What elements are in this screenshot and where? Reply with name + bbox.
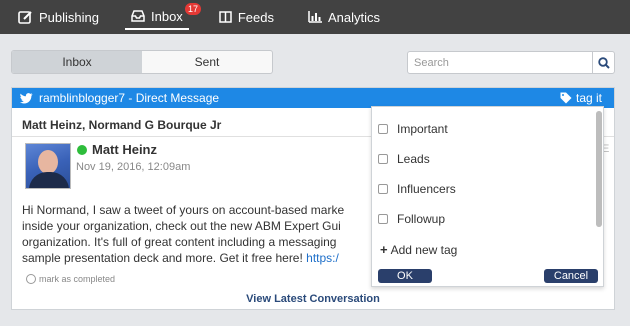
nav-inbox-label: Inbox <box>151 8 183 24</box>
nav-analytics[interactable]: Analytics <box>308 0 380 34</box>
message-card-header: ramblinblogger7 - Direct Message tag it <box>12 88 614 108</box>
avatar-body <box>29 172 69 188</box>
tag-option-important[interactable]: Important <box>378 122 448 136</box>
bar-chart-icon <box>308 11 322 23</box>
nav-feeds-label: Feeds <box>237 9 274 25</box>
message-line-text: sample presentation deck and more. Get i… <box>22 251 307 265</box>
tag-it-button[interactable]: tag it <box>560 91 602 105</box>
tag-option-leads[interactable]: Leads <box>378 152 430 166</box>
avatar-head <box>38 150 58 174</box>
message-line: sample presentation deck and more. Get i… <box>22 250 362 266</box>
tag-it-label: tag it <box>575 91 602 105</box>
sender-name[interactable]: Matt Heinz <box>92 142 157 157</box>
tag-option-label: Leads <box>397 152 430 166</box>
avatar[interactable] <box>25 143 71 189</box>
scrollbar-thumb[interactable] <box>596 111 602 227</box>
top-navigation: Publishing Inbox 17 Feeds Analytics <box>0 0 630 34</box>
nav-analytics-label: Analytics <box>327 9 380 25</box>
message-link[interactable]: https:/ <box>306 251 339 265</box>
ok-button[interactable]: OK <box>378 269 432 283</box>
nav-inbox[interactable]: Inbox 17 <box>125 3 202 30</box>
tag-option-label: Followup <box>397 212 446 226</box>
inbox-count-badge: 17 <box>185 3 202 15</box>
conversation-participants: Matt Heinz, Normand G Bourque Jr <box>22 118 222 132</box>
checkbox[interactable] <box>378 154 388 164</box>
inbox-sent-toggle: Inbox Sent <box>11 50 273 74</box>
search-button[interactable] <box>592 52 614 73</box>
tag-list-scrollbar[interactable] <box>596 111 602 227</box>
mark-completed-label: mark as completed <box>39 274 116 284</box>
view-latest-conversation-link[interactable]: View Latest Conversation <box>12 293 614 305</box>
tab-sent[interactable]: Sent <box>142 51 272 73</box>
message-line: organization. It's full of great content… <box>22 235 337 249</box>
add-new-tag-button[interactable]: + Add new tag <box>380 242 457 257</box>
tag-option-label: Important <box>397 122 448 136</box>
tag-option-influencers[interactable]: Influencers <box>378 182 456 196</box>
search-box <box>407 51 615 74</box>
search-icon <box>597 56 610 69</box>
edit-icon <box>18 11 32 24</box>
inbox-icon <box>131 10 145 22</box>
checkbox[interactable] <box>378 214 388 224</box>
nav-publishing[interactable]: Publishing <box>18 0 99 34</box>
columns-icon <box>219 11 232 23</box>
message-body: Hi Normand, I saw a tweet of yours on ac… <box>22 202 362 266</box>
message-timestamp: Nov 19, 2016, 12:09am <box>76 161 191 173</box>
twitter-icon <box>20 92 33 103</box>
nav-publishing-label: Publishing <box>39 9 99 25</box>
message-line: inside your organization, check out the … <box>22 219 341 233</box>
message-card-title: ramblinblogger7 - Direct Message <box>39 91 220 105</box>
checkbox[interactable] <box>378 124 388 134</box>
plus-icon: + <box>380 242 388 257</box>
nav-feeds[interactable]: Feeds <box>219 0 274 34</box>
add-new-tag-label: Add new tag <box>390 242 458 257</box>
tag-icon <box>560 92 572 104</box>
mark-completed-toggle[interactable]: mark as completed <box>26 274 115 284</box>
circle-icon <box>26 274 36 284</box>
checkbox[interactable] <box>378 184 388 194</box>
tab-inbox[interactable]: Inbox <box>12 51 142 73</box>
online-status-dot <box>77 145 87 155</box>
message-line: Hi Normand, I saw a tweet of yours on ac… <box>22 203 345 217</box>
tag-option-followup[interactable]: Followup <box>378 212 445 226</box>
tag-dropdown: Important Leads Influencers Followup + A… <box>371 106 604 287</box>
tag-option-label: Influencers <box>397 182 456 196</box>
cancel-button[interactable]: Cancel <box>544 269 598 283</box>
search-input[interactable] <box>408 52 592 73</box>
